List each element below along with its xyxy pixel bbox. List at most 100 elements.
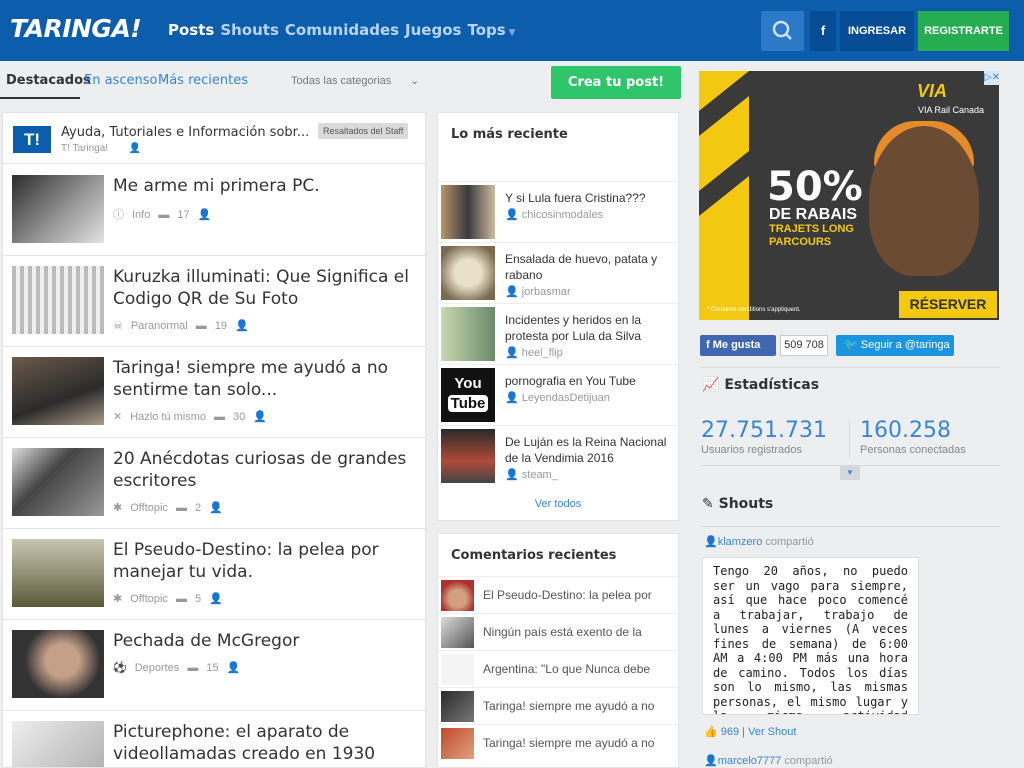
post-title[interactable]: Picturephone: el aparato de videollamada…	[113, 721, 413, 765]
recent-item[interactable]: Incidentes y heridos en la protesta por …	[438, 303, 678, 364]
recent-username[interactable]: LeyendasDetijuan	[522, 392, 610, 404]
recent-item[interactable]: De Luján es la Reina Nacional de la Vend…	[438, 425, 678, 486]
comment-item[interactable]: Taringa! siempre me ayudó a no	[438, 687, 678, 724]
recent-title[interactable]: Ensalada de huevo, patata y rabano	[505, 251, 677, 283]
ad-reserve-button[interactable]: RÉSERVER	[899, 291, 997, 318]
post-thumbnail[interactable]	[12, 539, 104, 607]
post-title[interactable]: Me arme mi primera PC.	[113, 175, 413, 197]
recent-thumbnail[interactable]	[441, 185, 495, 239]
recent-title[interactable]: De Luján es la Reina Nacional de la Vend…	[505, 434, 677, 466]
post-item[interactable]: Kuruzka illuminati: Que Significa el Cod…	[3, 256, 425, 347]
shout-likes[interactable]: 969	[721, 726, 739, 738]
post-thumbnail[interactable]	[12, 266, 104, 334]
create-post-button[interactable]: Crea tu post!	[551, 66, 681, 99]
search-button[interactable]	[761, 11, 804, 51]
post-category[interactable]: Paranormal	[131, 320, 188, 332]
shout-username[interactable]: marcelo7777	[718, 755, 782, 767]
nav-comunidades[interactable]: Comunidades	[285, 21, 399, 39]
comment-avatar[interactable]	[441, 654, 474, 685]
facebook-login-button[interactable]: f	[810, 11, 836, 51]
recent-user[interactable]: 👤 chicosinmodales	[505, 208, 603, 221]
post-thumbnail[interactable]	[12, 721, 104, 767]
taringa-logo[interactable]: TARINGA!	[10, 14, 142, 43]
post-item[interactable]: 20 Anécdotas curiosas de grandes escrito…	[3, 438, 425, 529]
recent-user[interactable]: 👤 steam_	[505, 468, 558, 481]
post-title[interactable]: 20 Anécdotas curiosas de grandes escrito…	[113, 448, 413, 492]
post-item[interactable]: Pechada de McGregor ⚽ Deportes ▬ 15 👤	[3, 620, 425, 711]
comment-item[interactable]: El Pseudo-Destino: la pelea por	[438, 576, 678, 613]
login-button[interactable]: INGRESAR	[840, 11, 914, 51]
post-item[interactable]: Taringa! siempre me ayudó a no sentirme …	[3, 347, 425, 438]
post-item[interactable]: El Pseudo-Destino: la pelea por manejar …	[3, 529, 425, 620]
chevron-down-icon[interactable]: ⌄	[410, 74, 419, 87]
post-thumbnail[interactable]	[12, 448, 104, 516]
comment-item[interactable]: Argentina: "Lo que Nunca debe	[438, 650, 678, 687]
recent-username[interactable]: chicosinmodales	[522, 209, 603, 221]
recent-user[interactable]: 👤 jorbasmar	[505, 285, 571, 298]
comment-text[interactable]: Argentina: "Lo que Nunca debe	[483, 662, 650, 676]
post-category[interactable]: Hazlo tú mismo	[130, 411, 206, 423]
recent-username[interactable]: heel_flip	[522, 347, 563, 359]
comment-avatar[interactable]	[441, 580, 474, 611]
comment-text[interactable]: Taringa! siempre me ayudó a no	[483, 736, 654, 750]
comment-text[interactable]: Ningún país está exento de la	[483, 625, 642, 639]
recent-item[interactable]: Y si Lula fuera Cristina??? 👤 chicosinmo…	[438, 181, 678, 242]
post-title[interactable]: Taringa! siempre me ayudó a no sentirme …	[113, 357, 413, 401]
nav-juegos[interactable]: Juegos	[405, 21, 461, 39]
facebook-like-button[interactable]: f Me gusta	[700, 335, 776, 356]
recent-thumbnail[interactable]	[441, 307, 495, 361]
register-button[interactable]: REGISTRARTE	[918, 11, 1009, 51]
staff-author[interactable]: Taringa!	[72, 143, 108, 154]
post-title[interactable]: Kuruzka illuminati: Que Significa el Cod…	[113, 266, 413, 310]
thumbs-up-icon[interactable]: 👍	[704, 726, 721, 738]
tab-mas-recientes[interactable]: Más recientes	[158, 73, 248, 88]
shout-username[interactable]: klamzero	[718, 536, 763, 548]
recent-thumbnail[interactable]	[441, 429, 495, 483]
shout-content[interactable]: Tengo 20 años, no puedo ser un vago para…	[702, 557, 919, 715]
post-item[interactable]: Me arme mi primera PC. ⓘ Info ▬ 17 👤	[3, 165, 425, 256]
tab-destacados[interactable]: Destacados	[6, 73, 91, 88]
recent-title[interactable]: Y si Lula fuera Cristina???	[505, 190, 677, 206]
post-category[interactable]: Offtopic	[130, 593, 168, 605]
recent-username[interactable]: steam_	[522, 469, 558, 481]
nav-posts[interactable]: Posts	[168, 21, 214, 39]
tab-en-ascenso[interactable]: En ascenso	[84, 73, 157, 88]
ad-choices-icon[interactable]: ▷✕	[984, 71, 1000, 85]
post-thumbnail[interactable]	[12, 357, 104, 425]
nav-shouts[interactable]: Shouts	[220, 21, 279, 39]
youtube-logo[interactable]: You Tube	[441, 368, 495, 422]
see-shout-link[interactable]: Ver Shout	[748, 726, 796, 738]
chevron-down-icon[interactable]: ▼	[840, 466, 860, 480]
post-category[interactable]: Deportes	[135, 662, 180, 674]
comment-text[interactable]: Taringa! siempre me ayudó a no	[483, 699, 654, 713]
nav-tops[interactable]: Tops ▼	[467, 21, 515, 39]
staff-highlight[interactable]: T! Ayuda, Tutoriales e Información sobr.…	[3, 113, 425, 164]
staff-post-title[interactable]: Ayuda, Tutoriales e Información sobr...	[61, 125, 309, 140]
recent-item[interactable]: Ensalada de huevo, patata y rabano 👤 jor…	[438, 242, 678, 303]
post-category[interactable]: Offtopic	[130, 502, 168, 514]
recent-username[interactable]: jorbasmar	[522, 286, 571, 298]
comment-text[interactable]: El Pseudo-Destino: la pelea por	[483, 588, 652, 602]
comment-item[interactable]: Taringa! siempre me ayudó a no	[438, 724, 678, 761]
user-icon: 👤	[704, 755, 718, 767]
post-category[interactable]: Info	[132, 209, 150, 221]
recent-title[interactable]: Incidentes y heridos en la protesta por …	[505, 312, 677, 344]
recent-user[interactable]: 👤 heel_flip	[505, 346, 563, 359]
post-thumbnail[interactable]	[12, 175, 104, 243]
comment-item[interactable]: Ningún país está exento de la	[438, 613, 678, 650]
recent-item[interactable]: You Tube pornografia en You Tube 👤 Leyend…	[438, 364, 678, 425]
recent-title[interactable]: pornografia en You Tube	[505, 373, 677, 389]
recent-user[interactable]: 👤 LeyendasDetijuan	[505, 391, 610, 404]
recent-thumbnail[interactable]	[441, 246, 495, 300]
twitter-follow-button[interactable]: 🐦 Seguir a @taringa	[836, 335, 954, 356]
see-all-link[interactable]: Ver todos	[438, 498, 678, 510]
comment-avatar[interactable]	[441, 617, 474, 648]
via-rail-ad[interactable]: VIA VIA Rail Canada 50% DE RABAIS TRAJET…	[699, 71, 999, 320]
post-title[interactable]: El Pseudo-Destino: la pelea por manejar …	[113, 539, 413, 583]
comment-avatar[interactable]	[441, 691, 474, 722]
post-item[interactable]: Picturephone: el aparato de videollamada…	[3, 711, 425, 767]
comment-avatar[interactable]	[441, 728, 474, 759]
category-select[interactable]: Todas las categorias	[291, 75, 391, 87]
post-thumbnail[interactable]	[12, 630, 104, 698]
post-title[interactable]: Pechada de McGregor	[113, 630, 413, 652]
